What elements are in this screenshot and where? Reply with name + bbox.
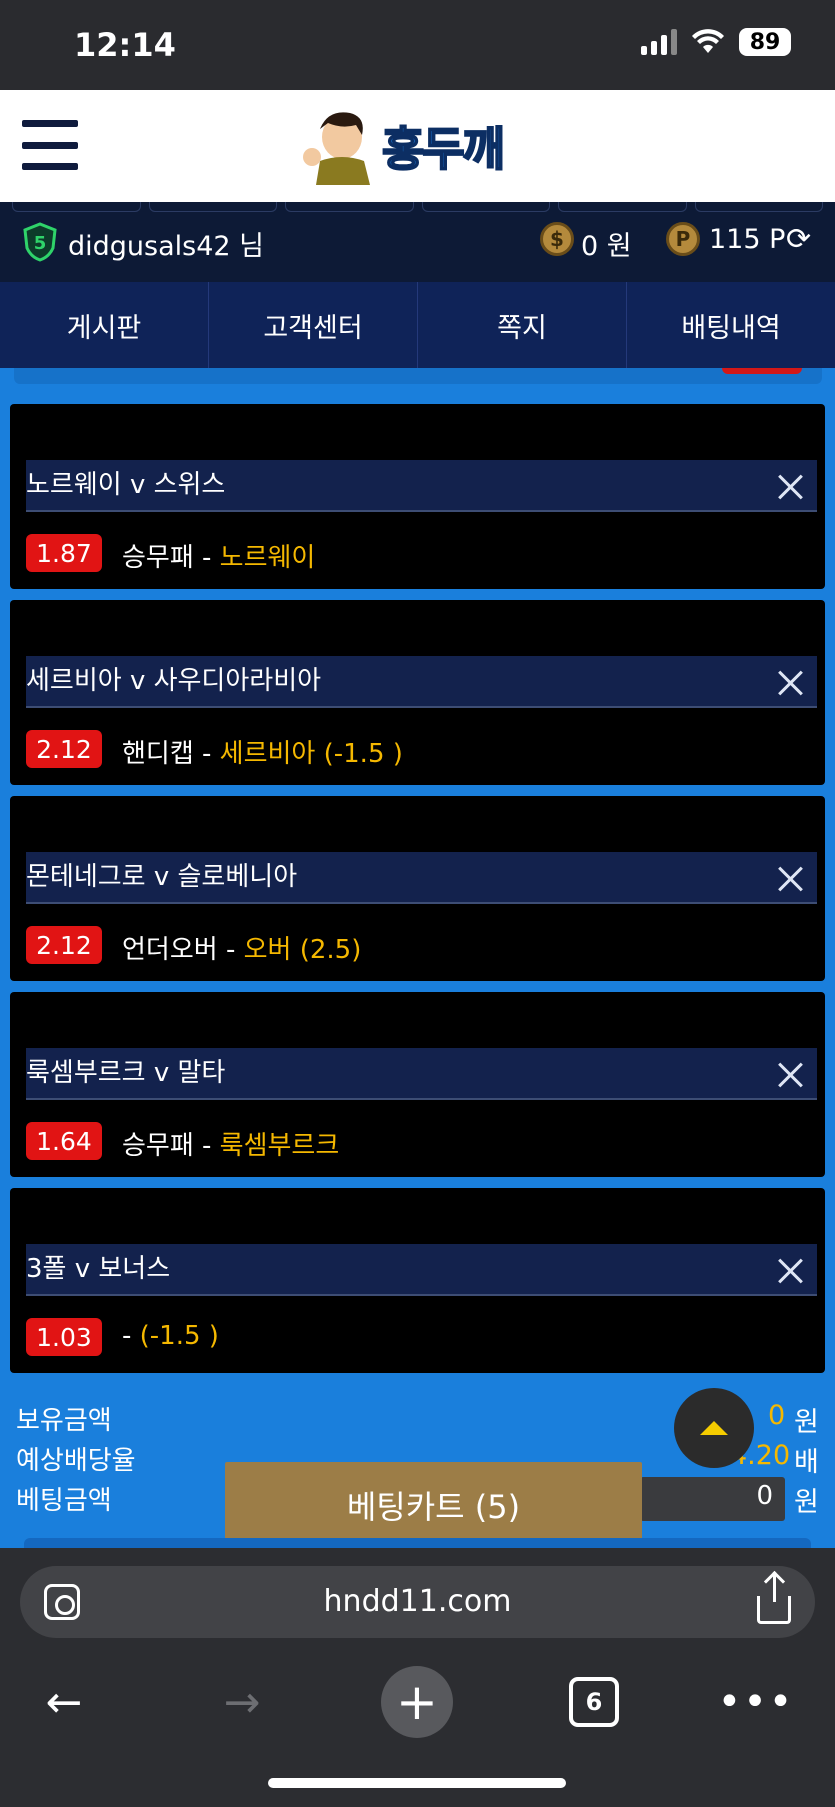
bet-card: 3폴 v 보너스 1.03 - (-1.5 ) xyxy=(10,1188,825,1373)
site-logo[interactable]: 홍두깨 xyxy=(298,106,538,186)
odds-badge: 1.64 xyxy=(26,1122,102,1160)
refresh-icon[interactable]: ⟳ xyxy=(786,222,811,257)
address-bar[interactable]: hndd11.com xyxy=(20,1566,815,1638)
odds-badge: 2.12 xyxy=(26,730,102,768)
stake-input[interactable]: 0 xyxy=(640,1477,785,1521)
odds-badge: 2.12 xyxy=(26,926,102,964)
market-label: 승무패 - xyxy=(122,543,220,573)
browser-toolbar: hndd11.com ← → + 6 ••• xyxy=(0,1548,835,1807)
market-label: 승무패 - xyxy=(122,1131,220,1161)
match-name: 세르비아 v 사우디아라비아 xyxy=(26,666,322,696)
money-coin-icon: $ xyxy=(540,222,574,256)
selection-label: 세르비아 (-1.5 ) xyxy=(219,739,403,769)
match-name: 3폴 v 보너스 xyxy=(26,1254,171,1284)
point-coin-icon: P xyxy=(666,222,700,256)
nav-messages[interactable]: 쪽지 xyxy=(418,282,627,368)
menu-icon[interactable] xyxy=(22,120,78,170)
expected-odds-label: 예상배당율 xyxy=(16,1446,136,1476)
balance-label: 보유금액 xyxy=(16,1406,112,1436)
nav-customer-center[interactable]: 고객센터 xyxy=(209,282,418,368)
level-number: 5 xyxy=(34,233,47,254)
status-time: 12:14 xyxy=(74,26,176,64)
battery-icon: 89 xyxy=(739,28,791,56)
odds-badge: 1.03 xyxy=(26,1318,102,1356)
bet-slip: 노르웨이 v 스위스 1.87 승무패 - 노르웨이 세르비아 v 사우디아라비… xyxy=(0,368,835,1548)
money-balance: 0 원 xyxy=(581,231,632,262)
new-tab-plus-icon[interactable]: + xyxy=(381,1666,453,1738)
match-row: 노르웨이 v 스위스 xyxy=(26,460,817,512)
match-row: 3폴 v 보너스 xyxy=(26,1244,817,1296)
match-row: 룩셈부르크 v 말타 xyxy=(26,1048,817,1100)
remove-bet-icon[interactable] xyxy=(777,866,803,892)
site-header: 홍두깨 xyxy=(0,90,835,202)
nav-bet-history[interactable]: 배팅내역 xyxy=(627,282,835,368)
remove-bet-icon[interactable] xyxy=(777,1258,803,1284)
bet-pick: 언더오버 - 오버 (2.5) xyxy=(122,929,361,966)
bet-pick: 승무패 - 룩셈부르크 xyxy=(122,1125,339,1162)
match-row: 몬테네그로 v 슬로베니아 xyxy=(26,852,817,904)
bet-card: 세르비아 v 사우디아라비아 2.12 핸디캡 - 세르비아 (-1.5 ) xyxy=(10,600,825,785)
bet-pick: 핸디캡 - 세르비아 (-1.5 ) xyxy=(122,733,403,770)
selection-label: 오버 (2.5) xyxy=(243,935,362,965)
forward-arrow-icon[interactable]: → xyxy=(206,1666,278,1738)
cellular-signal-icon xyxy=(641,29,677,55)
logo-text: 홍두깨 xyxy=(381,121,506,177)
match-row: 세르비아 v 사우디아라비아 xyxy=(26,656,817,708)
match-name: 룩셈부르크 v 말타 xyxy=(26,1058,226,1088)
match-name: 노르웨이 v 스위스 xyxy=(26,470,226,500)
stake-label: 베팅금액 xyxy=(16,1486,112,1516)
url-text[interactable]: hndd11.com xyxy=(20,1584,815,1619)
more-menu-icon[interactable]: ••• xyxy=(718,1666,793,1738)
market-label: - xyxy=(122,1321,140,1351)
home-indicator xyxy=(268,1778,566,1788)
main-nav: 게시판 고객센터 쪽지 배팅내역 xyxy=(0,282,835,368)
logo-character-icon xyxy=(303,112,370,185)
remove-bet-icon[interactable] xyxy=(777,670,803,696)
nav-board[interactable]: 게시판 xyxy=(0,282,209,368)
balance-value: 0 xyxy=(768,1400,786,1431)
status-bar: 12:14 89 xyxy=(0,0,835,90)
tabs-count-icon[interactable]: 6 xyxy=(569,1677,619,1727)
selection-label: 노르웨이 xyxy=(219,543,316,573)
share-icon[interactable] xyxy=(757,1574,791,1624)
expected-odds-unit: 배 xyxy=(794,1447,819,1478)
bet-pick: 승무패 - 노르웨이 xyxy=(122,537,315,574)
level-shield-icon: 5 xyxy=(23,222,57,262)
selection-label: (-1.5 ) xyxy=(139,1321,219,1351)
bet-card: 몬테네그로 v 슬로베니아 2.12 언더오버 - 오버 (2.5) xyxy=(10,796,825,981)
remove-bet-icon[interactable] xyxy=(777,474,803,500)
bet-cart-button[interactable]: 베팅카트 (5) xyxy=(225,1462,642,1548)
market-label: 핸디캡 - xyxy=(122,739,220,769)
balance-unit: 원 xyxy=(794,1407,819,1438)
bet-card: 룩셈부르크 v 말타 1.64 승무패 - 룩셈부르크 xyxy=(10,992,825,1177)
remove-bet-icon[interactable] xyxy=(777,1062,803,1088)
username: didgusals42 님 xyxy=(68,231,264,262)
match-name: 몬테네그로 v 슬로베니아 xyxy=(26,862,298,892)
bet-pick: - (-1.5 ) xyxy=(122,1321,219,1351)
market-label: 언더오버 - xyxy=(122,935,244,965)
status-indicators: 89 xyxy=(641,28,791,56)
wifi-icon xyxy=(692,29,724,53)
scroll-to-top-button[interactable] xyxy=(674,1388,754,1468)
bet-card: 노르웨이 v 스위스 1.87 승무패 - 노르웨이 xyxy=(10,404,825,589)
odds-badge: 1.87 xyxy=(26,534,102,572)
selection-label: 룩셈부르크 xyxy=(219,1131,340,1161)
back-arrow-icon[interactable]: ← xyxy=(28,1666,100,1738)
user-info-bar: 5 didgusals42 님 $ 0 원 P 115 P ⟳ xyxy=(0,202,835,282)
point-balance: 115 P xyxy=(709,224,786,255)
stake-unit: 원 xyxy=(794,1487,819,1518)
